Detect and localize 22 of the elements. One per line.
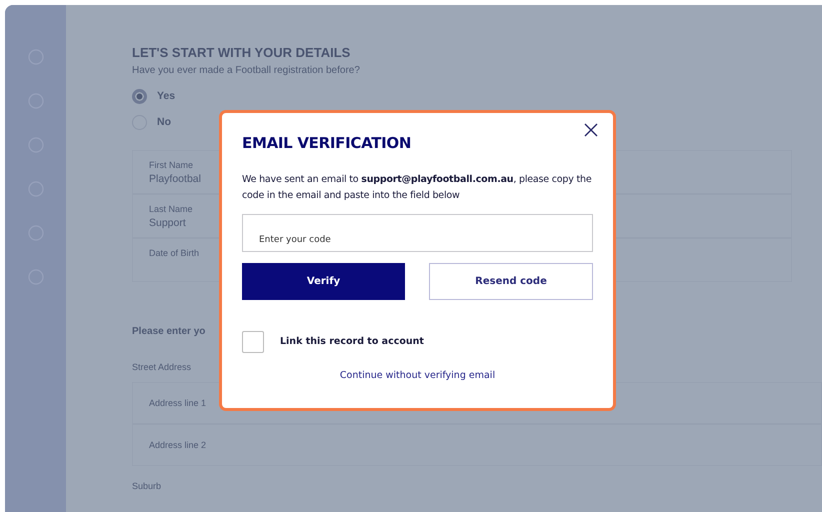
field-value: Support bbox=[149, 216, 186, 232]
field-label: Date of Birth bbox=[149, 246, 200, 260]
modal-title: EMAIL VERIFICATION bbox=[242, 134, 412, 152]
continue-link[interactable]: Continue without verifying email bbox=[340, 370, 496, 381]
field-label: Suburb bbox=[132, 480, 162, 494]
radio-label: Yes bbox=[157, 88, 176, 104]
radio-label: No bbox=[157, 114, 171, 130]
field-placeholder: Address line 2 bbox=[149, 440, 206, 450]
resend-button[interactable]: Resend code bbox=[429, 263, 593, 300]
radio-button[interactable] bbox=[132, 89, 147, 104]
section-heading: LET'S START WITH YOUR DETAILS bbox=[132, 45, 352, 61]
code-input-field[interactable]: Enter your code bbox=[242, 214, 593, 252]
field-placeholder: Address line 1 bbox=[149, 398, 206, 408]
checkbox-label: Link this record to account bbox=[280, 334, 424, 349]
field-value: Playfootbal bbox=[149, 172, 201, 188]
field-label: Last Name bbox=[149, 202, 193, 216]
prompt-text: Please enter yo bbox=[132, 324, 206, 339]
message-text: We have sent an email to support@playfootball.com.au, please copy the code in the email and paste into the field below bbox=[242, 173, 592, 203]
verify-button[interactable]: Verify bbox=[242, 263, 405, 300]
field-label: First Name bbox=[149, 158, 194, 172]
checkbox[interactable] bbox=[242, 331, 264, 353]
question-text: Have you ever made a Football registration before? bbox=[132, 64, 361, 78]
